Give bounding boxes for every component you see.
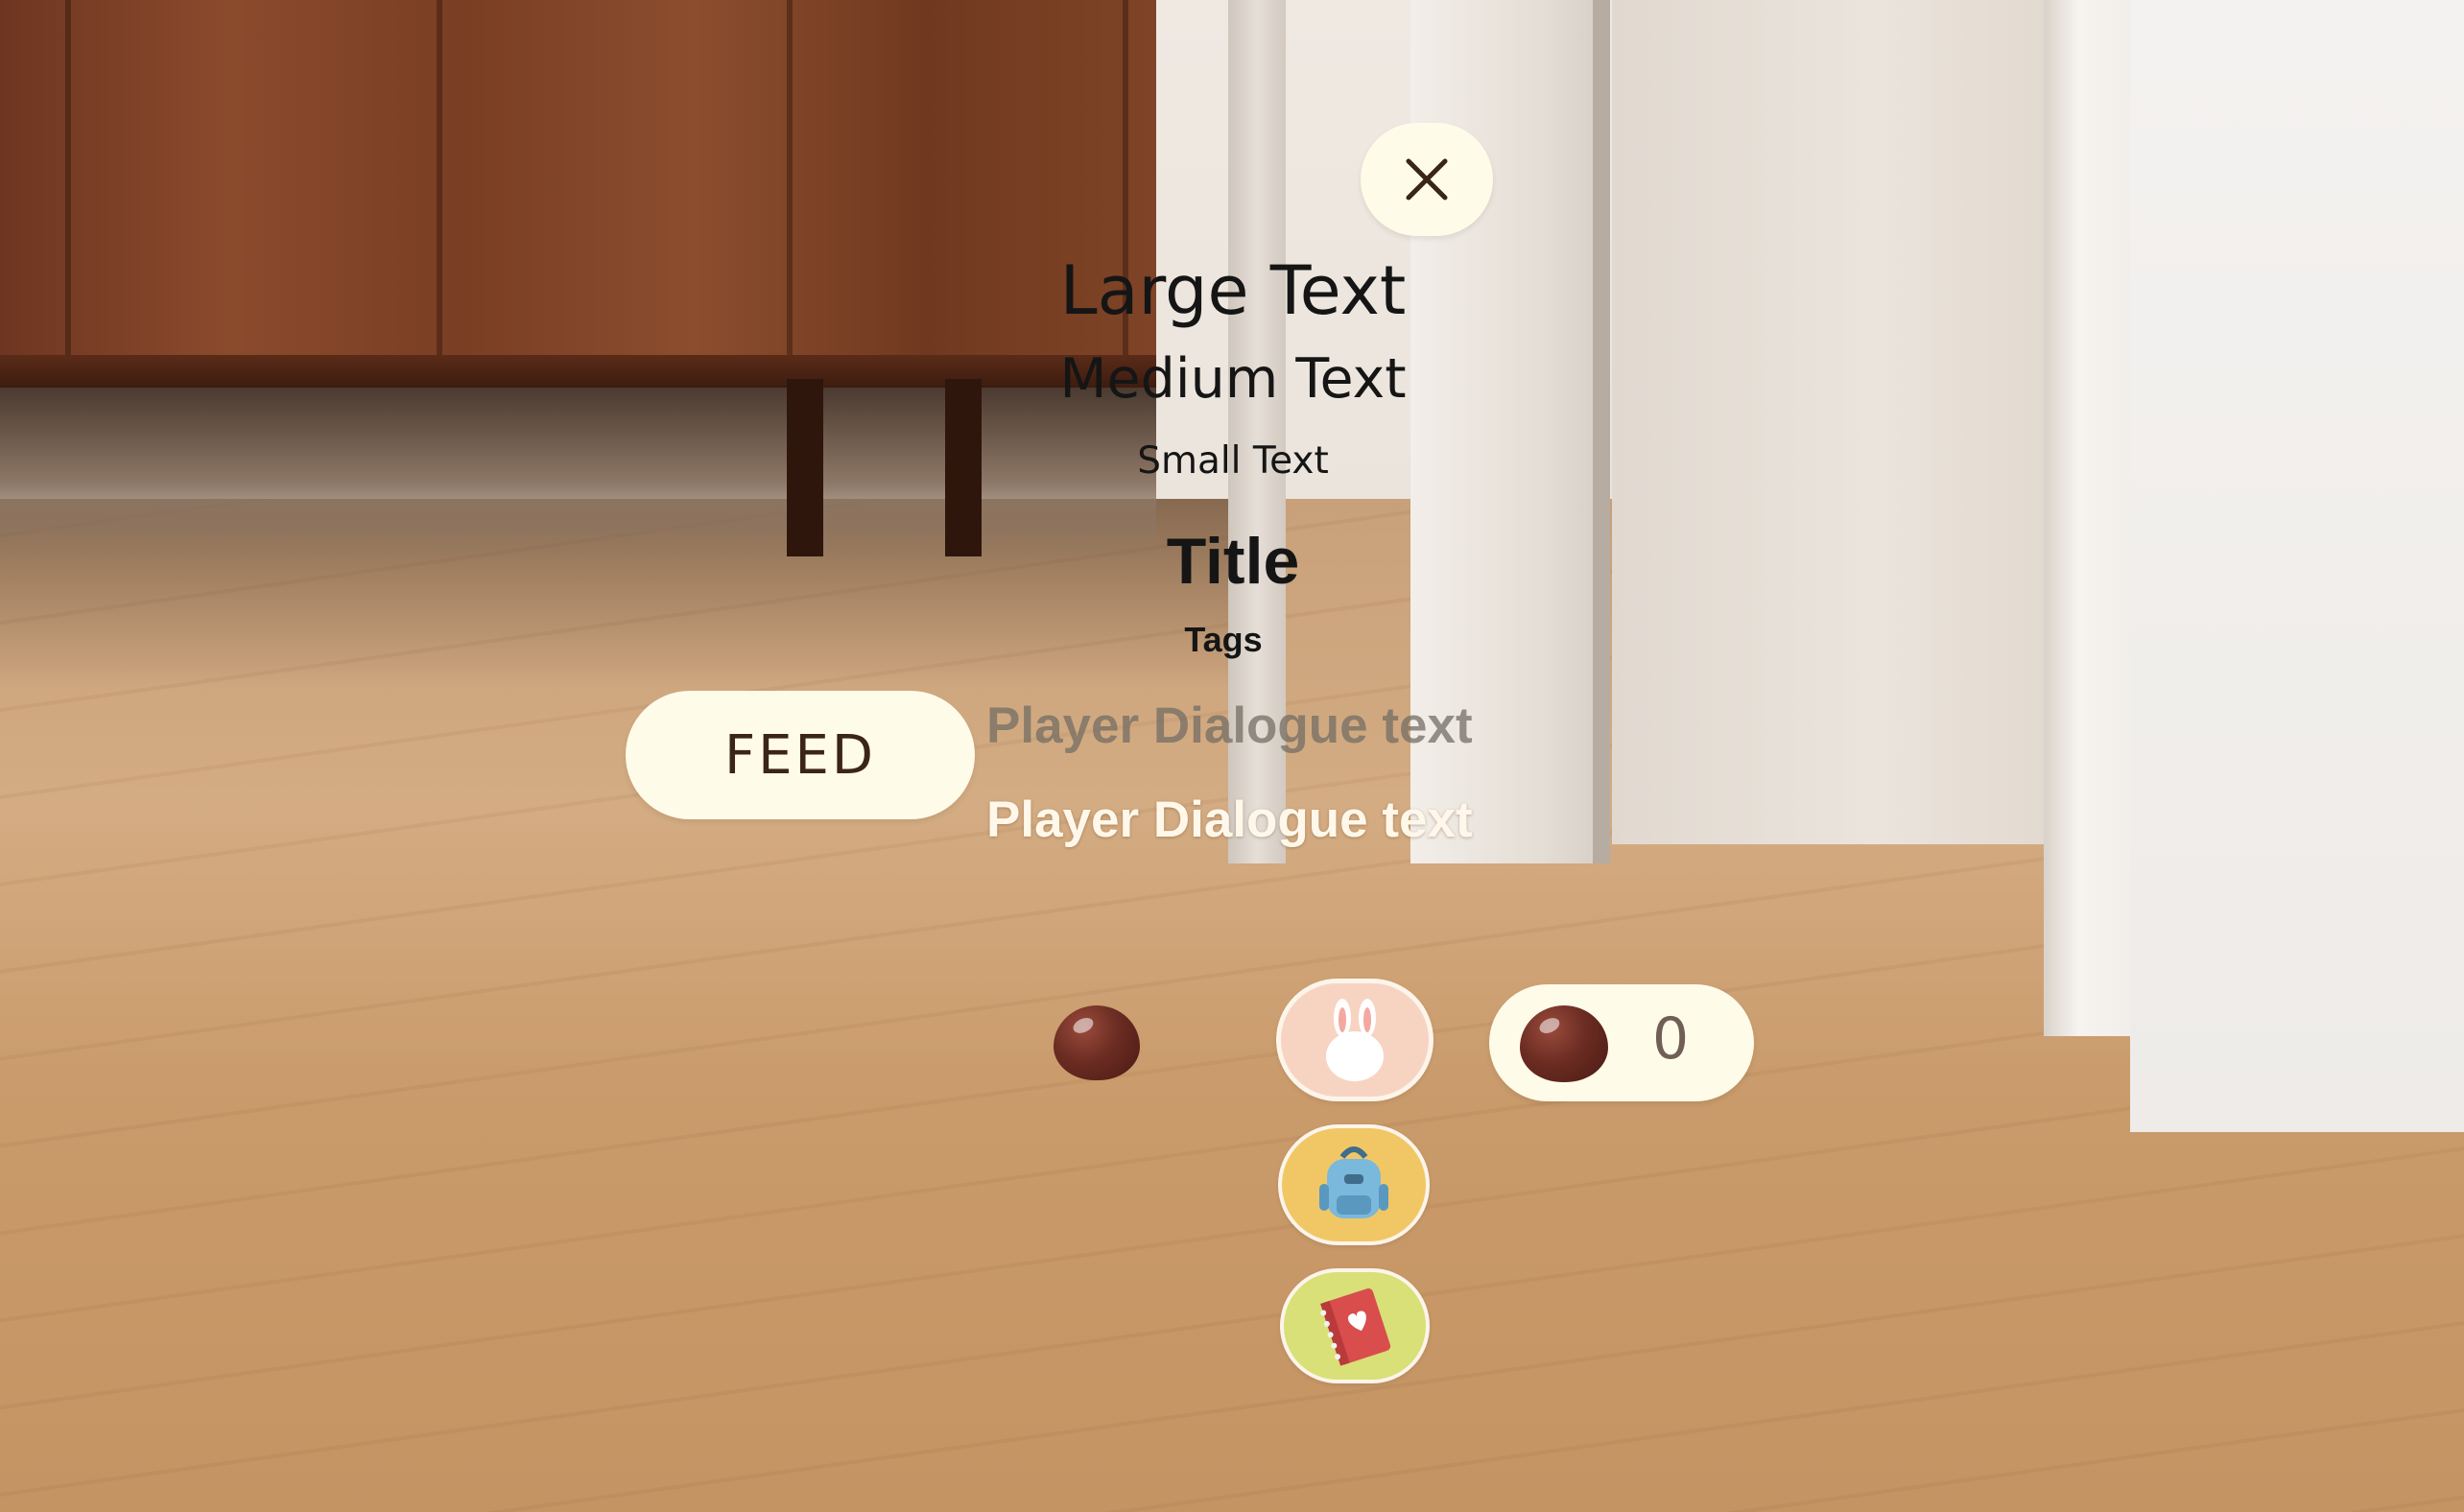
feed-button[interactable]: FEED (626, 691, 975, 819)
bean-icon (1520, 1005, 1608, 1082)
door (1612, 0, 2053, 844)
bean-counter: 0 (1489, 984, 1754, 1101)
feed-button-label: FEED (723, 723, 877, 787)
bunny-icon (1326, 999, 1384, 1081)
large-text: Large Text (1059, 251, 1407, 330)
room-background (0, 0, 2464, 1512)
right-wall (2130, 0, 2464, 1132)
small-text: Small Text (1137, 439, 1329, 483)
backpack-button[interactable] (1278, 1124, 1430, 1245)
door-gap (1593, 0, 1610, 863)
dialogue-option-active[interactable]: Player Dialogue text (986, 791, 1562, 849)
close-button[interactable] (1361, 123, 1493, 236)
cabinet-leg (787, 379, 823, 556)
notebook-icon (1320, 1288, 1391, 1366)
medium-text: Medium Text (1059, 347, 1407, 411)
close-icon (1406, 158, 1448, 201)
door-frame (2044, 0, 2130, 1036)
notebook-button[interactable] (1280, 1268, 1430, 1383)
bean-icon[interactable] (1054, 1005, 1140, 1080)
tags-text: Tags (1184, 620, 1263, 659)
dialogue-option-faded[interactable]: Player Dialogue text (986, 697, 1562, 755)
backpack-icon (1319, 1146, 1388, 1218)
title-text: Title (1166, 525, 1300, 598)
bunny-button[interactable] (1276, 979, 1433, 1101)
bean-count: 0 (1652, 1005, 1690, 1073)
